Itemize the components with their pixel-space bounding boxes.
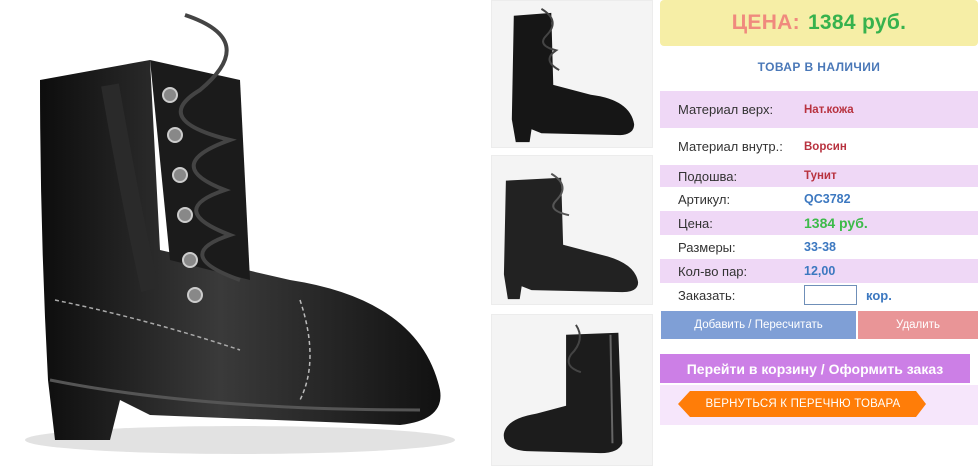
order-label: Заказать:: [678, 287, 736, 303]
spec-key: Материал внутр.:: [678, 139, 783, 154]
spec-value: QC3782: [804, 192, 851, 206]
boot-zipper-image: [492, 315, 652, 465]
spec-value: Нат.кожа: [804, 103, 854, 116]
quantity-input[interactable]: [804, 285, 857, 305]
thumbnail-2[interactable]: [491, 155, 653, 305]
thumbnail-1[interactable]: [491, 0, 653, 148]
main-product-photo[interactable]: [0, 0, 486, 467]
spec-key: Артикул:: [678, 191, 731, 207]
spec-value: 33-38: [804, 240, 836, 254]
spec-value: 12,00: [804, 264, 836, 278]
stock-status: ТОВАР В НАЛИЧИИ: [757, 60, 881, 74]
spec-value: Тунит: [804, 170, 837, 182]
spec-row-inner-material: Материал внутр.: Ворсин: [660, 128, 978, 165]
spec-row-article: Артикул: QC3782: [660, 187, 978, 211]
thumbnail-3[interactable]: [491, 314, 653, 466]
spec-key: Подошва:: [678, 168, 738, 184]
spec-row-sizes: Размеры: 33-38: [660, 235, 978, 259]
boot-inner-image: [492, 156, 652, 304]
price-value: 1384 руб.: [807, 11, 907, 34]
order-row: Заказать: кор.: [660, 283, 978, 307]
spec-row-price: Цена: 1384 руб.: [660, 211, 978, 235]
spec-row-pairs: Кол-во пар: 12,00: [660, 259, 978, 283]
spec-value: Ворсин: [804, 140, 847, 153]
price-label: ЦЕНА:: [731, 11, 800, 34]
price-banner: ЦЕНА: 1384 руб.: [660, 0, 978, 46]
go-to-cart-button[interactable]: Перейти в корзину / Оформить заказ: [660, 354, 970, 383]
spec-row-upper-material: Материал верх: Нат.кожа: [660, 91, 978, 128]
spec-row-sole: Подошва: Тунит: [660, 165, 978, 187]
quantity-unit: кор.: [866, 287, 892, 303]
add-recalculate-button[interactable]: Добавить / Пересчитать: [661, 311, 856, 339]
spec-key: Размеры:: [678, 239, 736, 255]
boot-image: [25, 13, 455, 454]
spec-key: Цена:: [678, 215, 713, 231]
boot-side-image: [492, 1, 652, 147]
back-to-list-button[interactable]: ВЕРНУТЬСЯ К ПЕРЕЧНЮ ТОВАРА: [678, 391, 926, 417]
delete-button[interactable]: Удалить: [858, 311, 978, 339]
back-button-container: ВЕРНУТЬСЯ К ПЕРЕЧНЮ ТОВАРА: [660, 385, 978, 425]
spec-value: 1384 руб.: [804, 215, 868, 231]
spec-key: Кол-во пар:: [678, 263, 748, 279]
spec-key: Материал верх:: [678, 102, 774, 117]
